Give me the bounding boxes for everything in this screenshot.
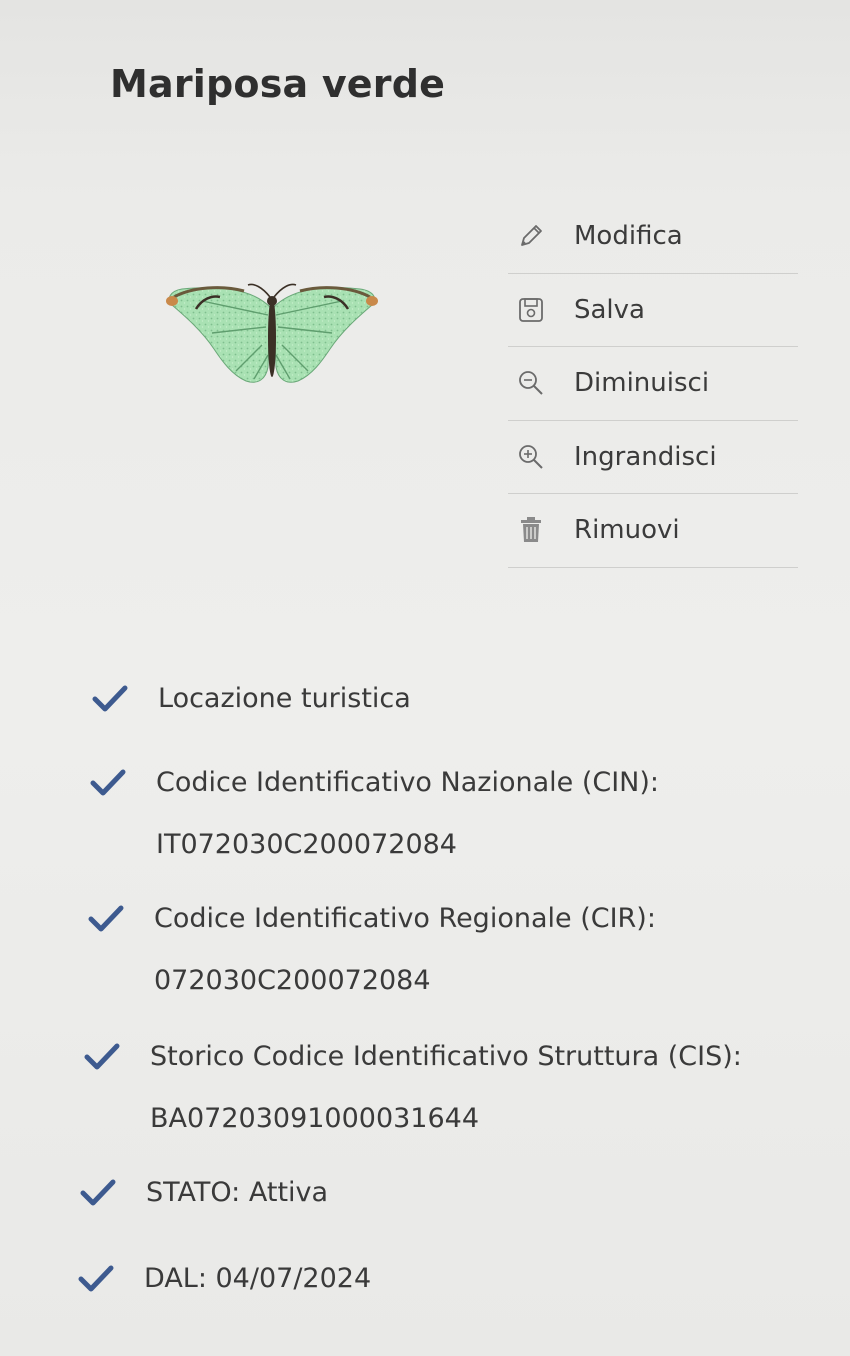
- zoom-in-icon: [519, 444, 543, 469]
- info-cir-value: 072030C200072084: [154, 965, 431, 996]
- info-item-cir: Codice Identificativo Regionale (CIR): 0…: [88, 902, 656, 1012]
- edit-label: Modifica: [574, 221, 683, 252]
- remove-label: Rimuovi: [574, 515, 680, 546]
- butterfly-image: [166, 283, 378, 383]
- info-cin-value: IT072030C200072084: [156, 829, 457, 860]
- info-item-cis: Storico Codice Identificativo Struttura …: [84, 1040, 742, 1150]
- trash-icon: [521, 517, 541, 543]
- save-button[interactable]: Salva: [508, 274, 798, 347]
- check-icon: [78, 1265, 114, 1292]
- info-cis-value: BA07203091000031644: [150, 1103, 480, 1134]
- zoom-out-label: Diminuisci: [574, 368, 710, 399]
- info-status-text: STATO: Attiva: [146, 1177, 329, 1208]
- zoom-in-button[interactable]: Ingrandisci: [508, 421, 798, 494]
- save-label: Salva: [574, 294, 645, 325]
- check-icon: [80, 1179, 116, 1206]
- zoom-out-icon: [519, 371, 543, 395]
- info-cis-label: Storico Codice Identificativo Struttura …: [150, 1041, 742, 1072]
- info-cir-label: Codice Identificativo Regionale (CIR):: [154, 903, 656, 934]
- zoom-in-label: Ingrandisci: [574, 441, 717, 472]
- info-item-cin: Codice Identificativo Nazionale (CIN): I…: [90, 766, 659, 876]
- zoom-out-button[interactable]: Diminuisci: [508, 347, 798, 421]
- check-icon: [92, 685, 128, 712]
- info-type-text: Locazione turistica: [158, 683, 411, 714]
- info-item-type: Locazione turistica: [92, 682, 411, 730]
- save-icon: [519, 297, 543, 322]
- check-icon: [88, 905, 124, 932]
- info-item-status: STATO: Attiva: [80, 1176, 328, 1224]
- check-icon: [90, 769, 126, 796]
- check-icon: [84, 1043, 120, 1070]
- pencil-icon: [521, 225, 542, 247]
- page-title: Mariposa verde: [110, 62, 446, 106]
- remove-button[interactable]: Rimuovi: [508, 494, 798, 568]
- action-menu: Modifica Salva Diminuisci Ingrandisci Ri…: [508, 200, 798, 568]
- info-item-since: DAL: 04/07/2024: [78, 1262, 371, 1310]
- edit-button[interactable]: Modifica: [508, 200, 798, 274]
- info-since-text: DAL: 04/07/2024: [144, 1263, 372, 1294]
- info-cin-label: Codice Identificativo Nazionale (CIN):: [156, 767, 659, 798]
